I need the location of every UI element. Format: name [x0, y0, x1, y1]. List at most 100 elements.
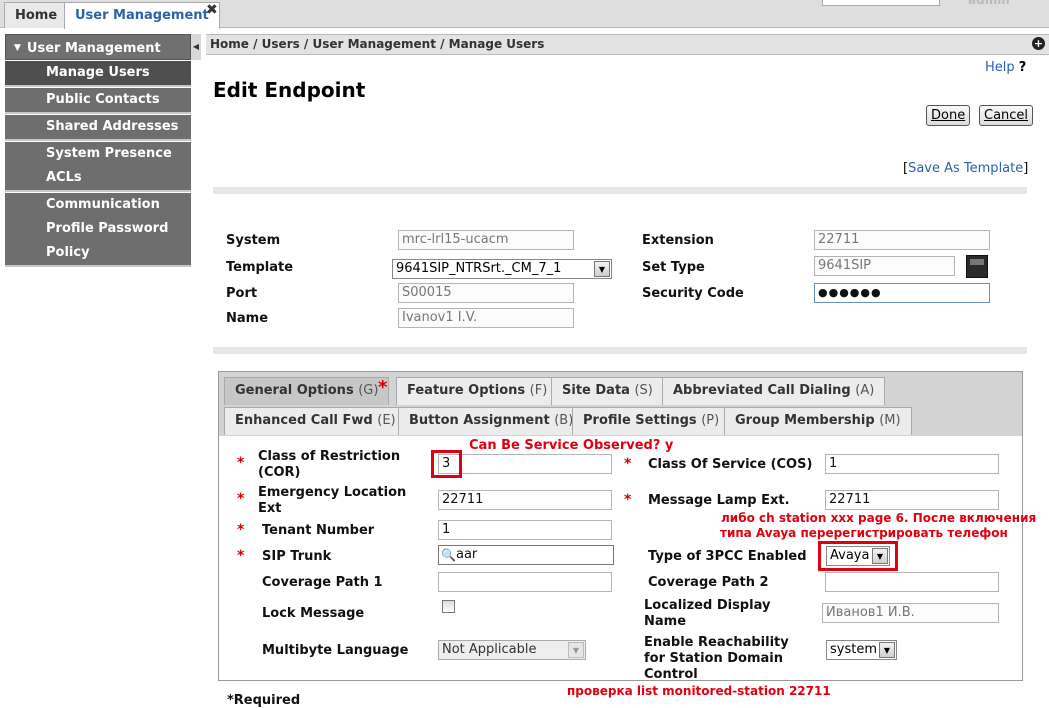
cor-label: Class of Restriction (COR) [258, 449, 401, 480]
top-tab-user-management[interactable]: User Management [64, 2, 220, 29]
system-field: mrc-lrl15-ucacm [398, 230, 574, 250]
tab-key: (B) [554, 413, 574, 428]
cos-label: Class Of Service (COS) [648, 457, 813, 472]
sip-trunk-label: SIP Trunk [262, 549, 332, 564]
tab-site-data[interactable]: Site Data (S) [551, 377, 664, 405]
annotation-monitored-station: проверка list monitored-station 22711 [567, 684, 831, 698]
tab-key: (M) [879, 413, 901, 428]
nav-header-label: User Management [26, 41, 161, 56]
tab-label: General Options [235, 383, 354, 398]
port-field: S00015 [398, 283, 574, 303]
logged-user-name[interactable]: admin [968, 0, 1010, 7]
required-star: * [237, 548, 245, 564]
tab-group-membership[interactable]: Group Membership (M) [724, 407, 912, 435]
search-icon: 🔍 [441, 548, 456, 562]
required-star: * [624, 456, 632, 472]
reachability-value: system [830, 642, 877, 657]
message-lamp-field[interactable]: 22711 [825, 490, 999, 510]
tab-general-options[interactable]: General Options (G) [224, 377, 390, 405]
required-star: * [237, 522, 245, 538]
collapse-sidebar-icon[interactable]: ◀ [191, 34, 201, 60]
tab-label: Profile Settings [583, 413, 697, 428]
tab-key: (P) [701, 413, 720, 428]
required-footnote: *Required [227, 693, 301, 708]
coverage-path-1-field[interactable] [438, 572, 612, 592]
localized-display-name-field: Иванов1 И.В. [822, 603, 999, 623]
nav-item-system-presence[interactable]: System Presence [5, 142, 191, 166]
tab-label: Button Assignment [409, 413, 550, 428]
save-as-template-link[interactable]: Save As Template [908, 161, 1023, 176]
nav-item-public-contacts[interactable]: Public Contacts [5, 88, 191, 114]
required-star: * [624, 492, 632, 508]
multibyte-language-value: Not Applicable [442, 642, 537, 657]
bracket-close: ] [1023, 161, 1029, 176]
emergency-location-label: Emergency Location Ext [258, 485, 407, 516]
tab-key: (E) [377, 413, 396, 428]
multibyte-language-select[interactable]: Not Applicable ▼ [438, 640, 586, 660]
tab-profile-settings[interactable]: Profile Settings (P) [572, 407, 731, 435]
set-type-label: Set Type [642, 260, 705, 275]
tab-label: Site Data [562, 383, 630, 398]
security-code-field[interactable]: ●●●●●● [814, 283, 990, 303]
template-select[interactable]: 9641SIP_NTRSrt._CM_7_1 ▼ [392, 259, 612, 279]
security-code-label: Security Code [642, 286, 744, 301]
type-3pcc-label: Type of 3PCC Enabled [648, 549, 807, 564]
nav-header-user-management[interactable]: ▼ User Management [5, 34, 191, 60]
nav-item-acls[interactable]: ACLs [5, 166, 191, 192]
template-value: 9641SIP_NTRSrt._CM_7_1 [396, 261, 562, 276]
nav-item-communication[interactable]: Communication [5, 193, 191, 217]
tenant-number-label: Tenant Number [262, 523, 375, 538]
tab-label: Abbreviated Call Dialing [673, 383, 851, 398]
annotation-highlight-3pcc [818, 541, 898, 571]
section-divider-2 [213, 347, 1027, 354]
coverage-path-2-field[interactable] [825, 572, 999, 592]
cancel-button[interactable]: Cancel [979, 105, 1034, 126]
chevron-down-icon: ▼ [879, 642, 895, 658]
coverage-path-1-label: Coverage Path 1 [262, 575, 383, 590]
collapse-triangle-icon: ▼ [14, 43, 21, 53]
lock-message-label: Lock Message [262, 606, 365, 621]
top-tab-home[interactable]: Home [4, 2, 69, 28]
annotation-service-observed: Can Be Service Observed? y [469, 438, 674, 453]
top-search-input[interactable] [822, 0, 940, 6]
tab-key: (F) [529, 383, 548, 398]
tab-abbreviated-call-dialing[interactable]: Abbreviated Call Dialing (A) [662, 377, 886, 405]
sip-trunk-value: aar [456, 547, 478, 562]
cor-field[interactable]: 3 [438, 454, 612, 474]
annotation-ch-station-1: либо ch station xxx page 6. После включе… [721, 511, 1037, 525]
nav-item-manage-users[interactable]: Manage Users [5, 61, 191, 87]
annotation-ch-station-2: типа Avaya перерегистрировать телефон [720, 526, 1008, 540]
nav-item-profile-password[interactable]: Profile Password [5, 217, 191, 241]
done-button[interactable]: Done [926, 105, 971, 126]
tab-key: (A) [855, 383, 875, 398]
tab-label: Enhanced Call Fwd [235, 413, 373, 428]
tenant-number-field[interactable]: 1 [438, 520, 612, 540]
coverage-path-2-label: Coverage Path 2 [648, 575, 769, 590]
nav-item-shared-addresses[interactable]: Shared Addresses [5, 115, 191, 141]
port-label: Port [226, 286, 258, 301]
emergency-location-field[interactable]: 22711 [438, 490, 612, 510]
cos-field[interactable]: 1 [825, 454, 999, 474]
tab-feature-options[interactable]: Feature Options (F) [396, 377, 559, 405]
nav-item-policy[interactable]: Policy [5, 241, 191, 267]
tab-key: (S) [634, 383, 653, 398]
required-star: * [237, 455, 245, 471]
reachability-select[interactable]: system ▼ [826, 640, 897, 660]
system-label: System [226, 233, 281, 248]
template-label: Template [226, 260, 294, 275]
lock-message-checkbox[interactable] [442, 600, 455, 613]
help-link-wrap: Help ? [985, 60, 1026, 75]
message-lamp-label: Message Lamp Ext. [648, 493, 790, 508]
extension-field: 22711 [814, 230, 990, 250]
help-link[interactable]: Help [985, 60, 1015, 75]
chevron-down-icon: ▼ [568, 642, 584, 658]
section-divider [213, 187, 1027, 194]
tab-enhanced-call-fwd[interactable]: Enhanced Call Fwd (E) [224, 407, 407, 435]
close-tab-icon[interactable]: ✖ [206, 2, 218, 18]
tab-button-assignment[interactable]: Button Assignment (B) [398, 407, 585, 435]
sip-trunk-field[interactable]: 🔍 aar [438, 545, 614, 565]
expand-plus-icon[interactable]: + [1032, 37, 1045, 50]
tab-label: Group Membership [735, 413, 875, 428]
name-label: Name [226, 311, 269, 326]
tab-required-star: * [378, 377, 388, 398]
